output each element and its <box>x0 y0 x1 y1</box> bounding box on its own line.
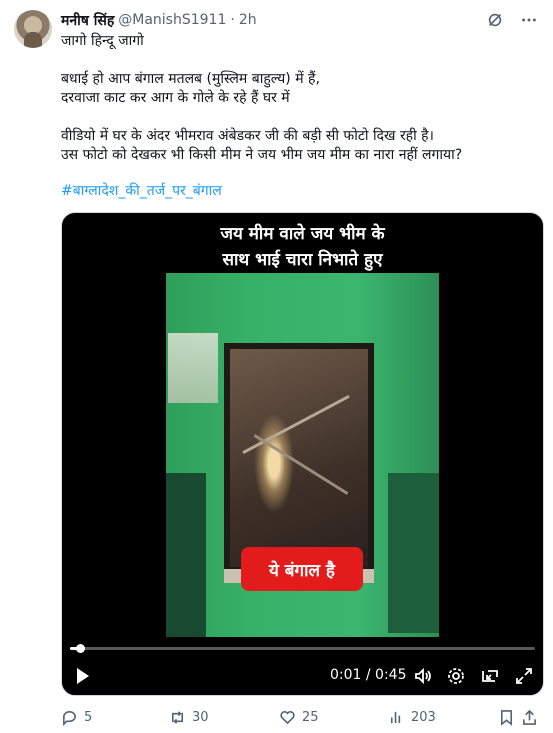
tweet-line: जागो हिन्दू जागो <box>61 33 144 49</box>
video-progress-bar[interactable] <box>70 644 535 653</box>
share-button[interactable] <box>521 709 538 726</box>
video-badge: ये बंगाल है <box>241 547 363 591</box>
timestamp[interactable]: 2h <box>239 12 257 28</box>
views-icon <box>390 711 401 723</box>
avatar[interactable] <box>14 10 52 48</box>
tweet-line: वीडियो में घर के अंदर भीमराव अंबेडकर जी … <box>61 128 434 144</box>
bookmark-icon <box>500 709 513 726</box>
bookmark-button[interactable] <box>498 709 515 726</box>
video-controls: 0:01 / 0:45 <box>62 663 543 689</box>
separator-dot: · <box>230 12 235 28</box>
repost-count: 30 <box>192 709 209 725</box>
header-actions <box>485 10 539 30</box>
tweet-line <box>61 108 531 127</box>
video-time-readout: 0:01 / 0:45 <box>330 667 407 683</box>
like-button[interactable]: 25 <box>279 709 319 726</box>
tweet-line: बधाई हो आप बंगाल मतलब (मुस्लिम बाहुल्य) … <box>61 71 320 87</box>
picture-in-picture-icon[interactable] <box>480 666 500 686</box>
like-count: 25 <box>302 709 319 725</box>
play-icon[interactable] <box>76 667 90 685</box>
views-button[interactable]: 203 <box>388 709 436 726</box>
video-caption-line: जय मीम वाले जय भीम के <box>220 224 385 244</box>
reply-count: 5 <box>84 709 93 725</box>
fullscreen-icon[interactable] <box>514 666 534 686</box>
video-progress-knob[interactable] <box>76 644 86 653</box>
volume-icon[interactable] <box>413 666 433 686</box>
more-icon[interactable] <box>519 10 539 30</box>
hashtag-link[interactable]: #बाग्लादेश_की_तर्ज_पर_बंगाल <box>61 181 222 200</box>
tweet-line: दरवाजा काट कर आग के गोले के रहे हैं घर म… <box>61 90 290 106</box>
video-player[interactable]: जय मीम वाले जय भीम के साथ भाई चारा निभात… <box>61 212 544 696</box>
view-count: 203 <box>411 709 436 725</box>
tweet-line: उस फोटो को देखकर भी किसी मीम ने जय भीम ज… <box>61 147 463 163</box>
user-handle[interactable]: @ManishS1911 <box>118 12 226 28</box>
tweet-actions: 5 30 25 203 <box>61 706 539 728</box>
repost-icon <box>171 710 184 724</box>
tweet-header: मनीष सिंह @ManishS1911 · 2h <box>61 10 539 30</box>
video-caption-line: साथ भाई चारा निभाते हुए <box>222 250 383 270</box>
share-icon <box>523 709 536 725</box>
repost-button[interactable]: 30 <box>169 709 209 726</box>
display-name[interactable]: मनीष सिंह <box>61 11 114 30</box>
tweet-line <box>61 51 531 70</box>
settings-icon[interactable] <box>446 666 466 686</box>
like-icon <box>280 710 295 724</box>
video-caption: जय मीम वाले जय भीम के साथ भाई चारा निभात… <box>62 221 543 273</box>
door-image <box>224 343 374 573</box>
tweet-text: जागो हिन्दू जागो बधाई हो आप बंगाल मतलब (… <box>61 32 531 165</box>
reply-icon <box>63 710 76 726</box>
reply-button[interactable]: 5 <box>61 709 92 726</box>
grok-icon[interactable] <box>485 10 505 30</box>
